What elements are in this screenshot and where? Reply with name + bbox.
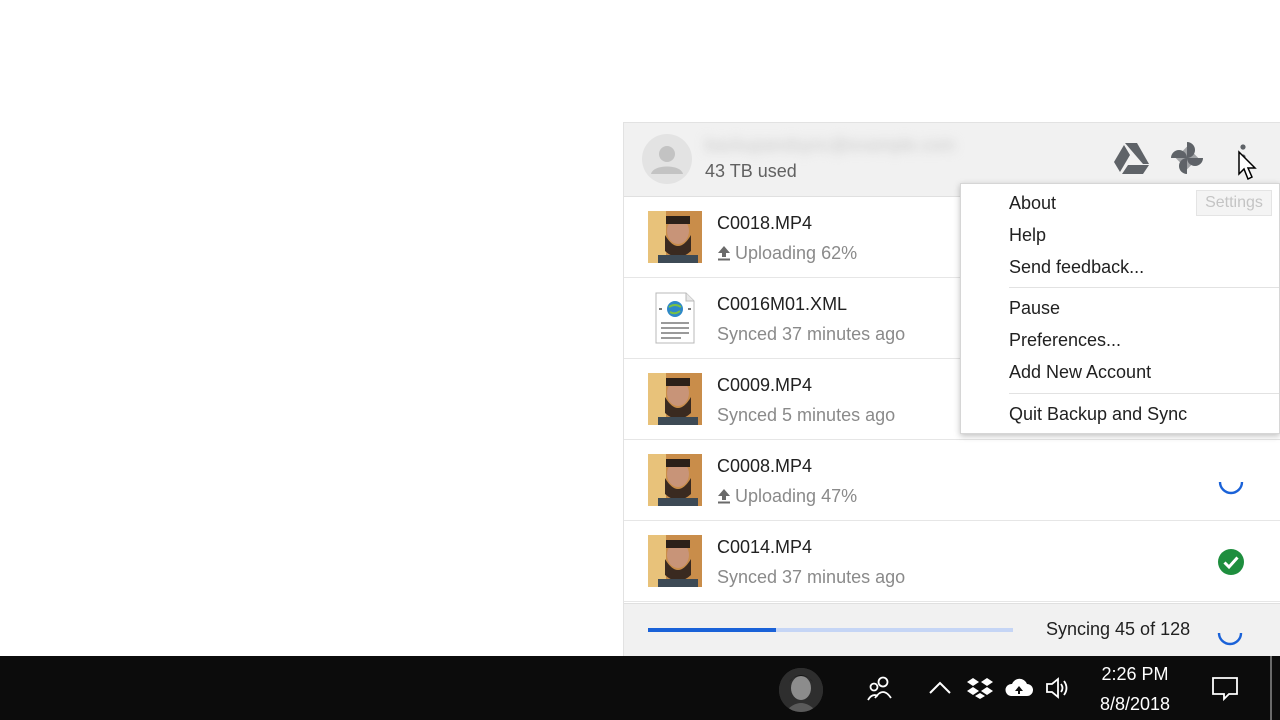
video-thumbnail [648, 211, 702, 263]
file-status: Uploading 47% [717, 486, 857, 507]
upload-arrow-icon [718, 246, 730, 261]
uploading-spinner-icon [1218, 481, 1244, 495]
action-center-icon[interactable] [1211, 674, 1239, 702]
sync-status-text: Syncing 45 of 128 [1046, 619, 1191, 639]
sync-progress-bar [648, 628, 1013, 632]
menu-item-pause[interactable]: Pause [1009, 298, 1060, 319]
account-avatar[interactable] [642, 134, 692, 184]
file-name: C0018.MP4 [717, 213, 813, 233]
file-status: Synced 37 minutes ago [717, 324, 906, 344]
settings-menu: About Help Send feedback... Pause Prefer… [960, 183, 1280, 434]
taskbar-user-avatar[interactable] [779, 668, 823, 712]
bearded-man-thumbnail-image [648, 535, 702, 587]
file-row[interactable]: C0008.MP4 Uploading 47% [624, 440, 1280, 521]
file-status-text: Uploading 47% [735, 486, 858, 506]
taskbar-time[interactable]: 2:26 PM [1085, 664, 1185, 685]
file-status: Synced 37 minutes ago [717, 567, 906, 587]
bearded-man-thumbnail-image [648, 211, 702, 263]
file-name: C0016M01.XML [717, 294, 848, 314]
menu-item-help[interactable]: Help [1009, 225, 1046, 246]
xml-file-icon [648, 292, 702, 344]
video-thumbnail [648, 454, 702, 506]
xml-document-image [655, 292, 695, 344]
menu-divider [1009, 393, 1279, 394]
menu-item-quit[interactable]: Quit Backup and Sync [1009, 404, 1187, 425]
google-drive-icon[interactable] [1112, 139, 1150, 177]
file-row[interactable]: C0014.MP4 Synced 37 minutes ago [624, 521, 1280, 602]
file-name: C0008.MP4 [717, 456, 813, 476]
cloud-sync-icon[interactable] [1005, 674, 1033, 702]
upload-arrow-icon [718, 489, 730, 504]
sync-footer: Syncing 45 of 128 [624, 603, 1280, 657]
chevron-up-icon[interactable] [926, 674, 954, 702]
people-icon[interactable] [866, 674, 894, 702]
menu-item-about[interactable]: About [1009, 193, 1056, 214]
settings-tooltip: Settings [1196, 190, 1272, 216]
synced-check-icon [1218, 549, 1244, 575]
menu-item-send-feedback[interactable]: Send feedback... [1009, 257, 1144, 278]
dropbox-icon[interactable] [966, 674, 994, 702]
bearded-man-thumbnail-image [648, 454, 702, 506]
storage-used-label: 43 TB used [705, 161, 797, 181]
show-desktop-edge[interactable] [1270, 656, 1272, 720]
volume-icon[interactable] [1044, 674, 1072, 702]
sync-progress-fill [648, 628, 776, 632]
file-name: C0014.MP4 [717, 537, 813, 557]
file-status: Uploading 62% [717, 243, 857, 264]
windows-taskbar: 2:26 PM 8/8/2018 [0, 656, 1280, 720]
file-status: Synced 5 minutes ago [717, 405, 896, 425]
file-name: C0009.MP4 [717, 375, 813, 395]
bearded-man-thumbnail-image [648, 373, 702, 425]
sync-spinner-icon [1217, 632, 1243, 646]
menu-divider [1009, 287, 1279, 288]
menu-item-preferences[interactable]: Preferences... [1009, 330, 1121, 351]
person-icon [651, 146, 683, 174]
google-photos-icon[interactable] [1168, 139, 1206, 177]
file-status-text: Uploading 62% [735, 243, 858, 263]
video-thumbnail [648, 373, 702, 425]
menu-item-add-new-account[interactable]: Add New Account [1009, 362, 1151, 383]
user-portrait-image [779, 668, 823, 712]
account-email: backupandsync@example.com [705, 135, 956, 155]
taskbar-date[interactable]: 8/8/2018 [1085, 694, 1185, 715]
video-thumbnail [648, 535, 702, 587]
mouse-cursor-icon [1238, 150, 1257, 181]
